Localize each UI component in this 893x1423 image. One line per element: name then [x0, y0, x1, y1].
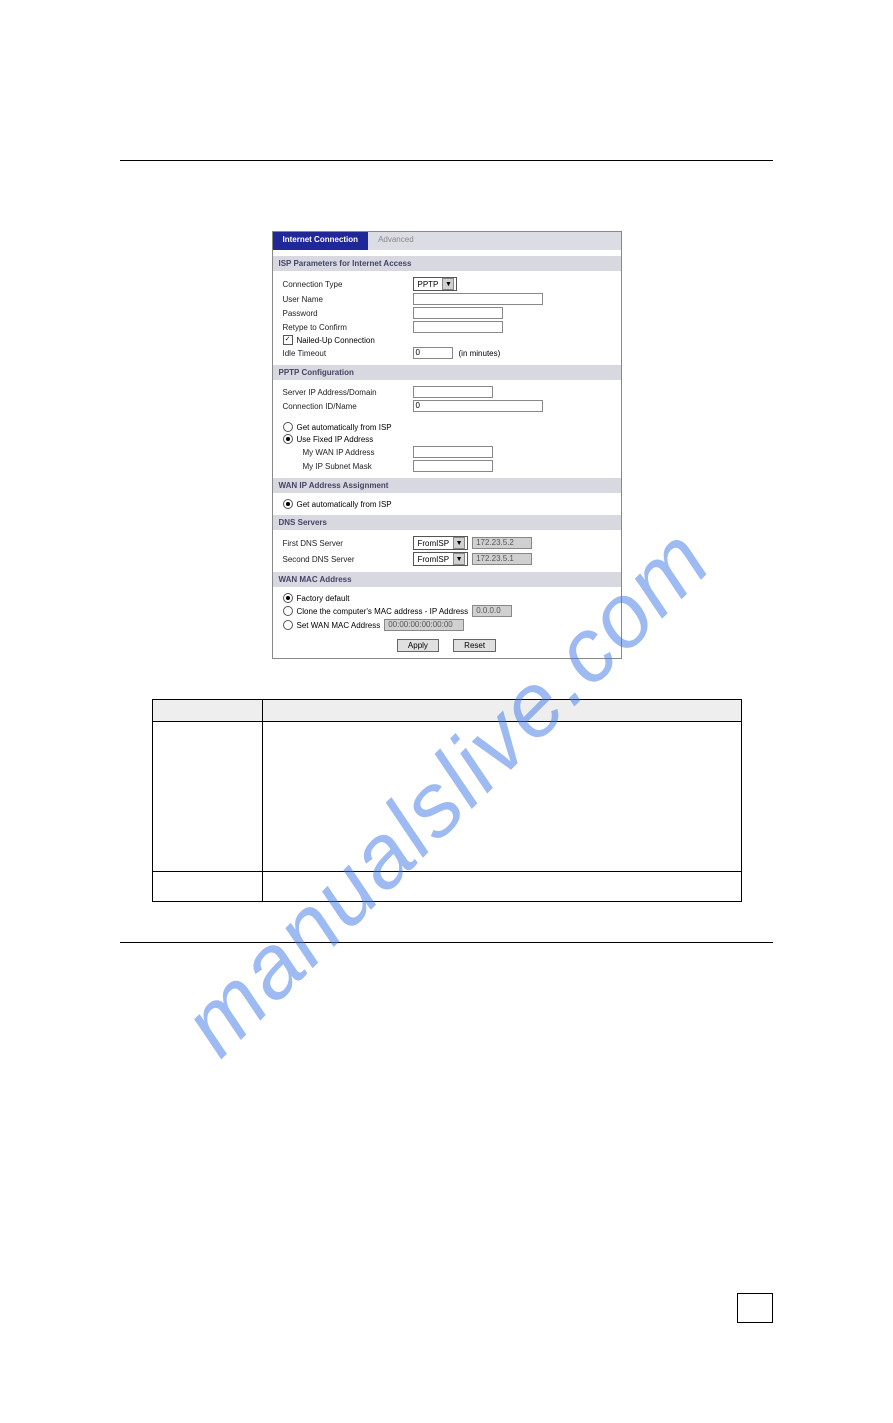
wan-auto-label: Get automatically from ISP [297, 500, 392, 509]
footer-rule [120, 942, 773, 943]
clone-mac-radio[interactable] [283, 606, 293, 616]
get-auto-radio[interactable] [283, 422, 293, 432]
idle-timeout-input[interactable]: 0 [413, 347, 453, 359]
idle-timeout-suffix: (in minutes) [459, 349, 501, 358]
section-wan-mac: WAN MAC Address [273, 572, 621, 587]
table-header-1 [152, 700, 262, 722]
page-number-box [737, 1293, 773, 1323]
retype-label: Retype to Confirm [283, 323, 413, 332]
table-cell-r1c2 [262, 722, 741, 872]
apply-button[interactable]: Apply [397, 639, 439, 652]
header-rule [120, 160, 773, 161]
tab-internet-connection[interactable]: Internet Connection [273, 232, 369, 250]
reset-button[interactable]: Reset [453, 639, 496, 652]
set-mac-value: 00:00:00:00:00:00 [384, 619, 464, 631]
my-subnet-label: My IP Subnet Mask [303, 462, 413, 471]
second-dns-value: 172.23.5.1 [472, 553, 532, 565]
second-dns-source: FromISP [418, 555, 450, 564]
password-input[interactable] [413, 307, 503, 319]
table-cell-r1c1 [152, 722, 262, 872]
password-label: Password [283, 309, 413, 318]
my-subnet-input[interactable] [413, 460, 493, 472]
my-wan-ip-label: My WAN IP Address [303, 448, 413, 457]
factory-default-label: Factory default [297, 594, 350, 603]
first-dns-source: FromISP [418, 539, 450, 548]
username-input[interactable] [413, 293, 543, 305]
server-ip-label: Server IP Address/Domain [283, 388, 413, 397]
get-auto-label: Get automatically from ISP [297, 423, 392, 432]
tab-advanced[interactable]: Advanced [368, 232, 424, 250]
clone-mac-label: Clone the computer's MAC address - IP Ad… [297, 607, 469, 616]
connection-type-label: Connection Type [283, 280, 413, 289]
table-cell-r2c1 [152, 872, 262, 902]
wan-auto-radio[interactable] [283, 499, 293, 509]
first-dns-label: First DNS Server [283, 539, 413, 548]
my-wan-ip-input[interactable] [413, 446, 493, 458]
second-dns-label: Second DNS Server [283, 555, 413, 564]
retype-input[interactable] [413, 321, 503, 333]
factory-default-radio[interactable] [283, 593, 293, 603]
description-table [152, 699, 742, 902]
connection-type-value: PPTP [418, 280, 439, 289]
nailed-up-label: Nailed-Up Connection [297, 336, 375, 345]
nailed-up-checkbox[interactable]: ✓ [283, 335, 293, 345]
config-screenshot: Internet Connection Advanced ISP Paramet… [272, 231, 622, 659]
section-wan-assignment: WAN IP Address Assignment [273, 478, 621, 493]
fixed-ip-label: Use Fixed IP Address [297, 435, 374, 444]
set-mac-radio[interactable] [283, 620, 293, 630]
server-ip-input[interactable] [413, 386, 493, 398]
tab-bar: Internet Connection Advanced [273, 232, 621, 250]
first-dns-select[interactable]: FromISP ▼ [413, 536, 469, 550]
idle-timeout-label: Idle Timeout [283, 349, 413, 358]
first-dns-value: 172.23.5.2 [472, 537, 532, 549]
table-cell-r2c2 [262, 872, 741, 902]
conn-id-label: Connection ID/Name [283, 402, 413, 411]
section-dns-servers: DNS Servers [273, 515, 621, 530]
clone-ip-value: 0.0.0.0 [472, 605, 512, 617]
dropdown-arrow-icon: ▼ [453, 553, 465, 565]
section-isp-params: ISP Parameters for Internet Access [273, 256, 621, 271]
second-dns-select[interactable]: FromISP ▼ [413, 552, 469, 566]
connection-type-select[interactable]: PPTP ▼ [413, 277, 458, 291]
set-mac-label: Set WAN MAC Address [297, 621, 381, 630]
dropdown-arrow-icon: ▼ [442, 278, 454, 290]
username-label: User Name [283, 295, 413, 304]
section-pptp-config: PPTP Configuration [273, 365, 621, 380]
conn-id-input[interactable]: 0 [413, 400, 543, 412]
table-header-2 [262, 700, 741, 722]
dropdown-arrow-icon: ▼ [453, 537, 465, 549]
fixed-ip-radio[interactable] [283, 434, 293, 444]
